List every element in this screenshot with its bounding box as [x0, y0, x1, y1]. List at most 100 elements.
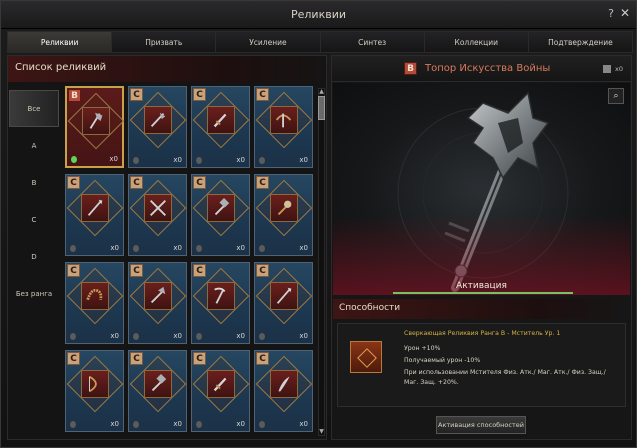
detail-header: B Топор Искусства Войны x0: [332, 56, 631, 82]
relic-card[interactable]: Cx0: [254, 86, 313, 168]
relic-count: x0: [299, 332, 308, 340]
relic-card[interactable]: Cx0: [128, 262, 187, 344]
relic-count: x0: [110, 420, 119, 428]
relic-card[interactable]: Cx0: [128, 86, 187, 168]
tab-enhance[interactable]: Усиление: [215, 31, 320, 53]
relic-card[interactable]: Cx0: [65, 350, 124, 432]
ability-icon: [350, 341, 382, 373]
grade-filter-no-rank[interactable]: Без ранга: [8, 275, 60, 312]
relic-count: x0: [109, 155, 118, 163]
relic-count: x0: [173, 244, 182, 252]
gem-icon: [259, 245, 265, 252]
rank-badge: C: [67, 352, 80, 365]
relic-count: x0: [299, 244, 308, 252]
chain-icon: [81, 282, 109, 310]
gem-icon: [133, 421, 139, 428]
relic-count: x0: [236, 244, 245, 252]
ability-box: Сверкающая Реликвия Ранга B - Мститель У…: [337, 323, 626, 407]
detail-relic-name: Топор Искусства Войны: [425, 63, 551, 74]
gem-icon: [133, 157, 139, 164]
relic-detail-panel: B Топор Искусства Войны x0 ⌕ Активация С…: [331, 55, 632, 440]
relic-card[interactable]: Cx0: [128, 350, 187, 432]
relic-count: x0: [110, 244, 119, 252]
rank-badge: C: [193, 88, 206, 101]
gem-icon: [133, 333, 139, 340]
abilities-header: Способности: [333, 299, 630, 319]
spear-icon: [270, 282, 298, 310]
scrollbar-thumb[interactable]: [318, 96, 325, 120]
gem-icon: [259, 157, 265, 164]
rank-badge: C: [256, 352, 269, 365]
ability-line-avenger: При использовании Мстителя Физ. Атк./ Ма…: [404, 369, 606, 376]
grade-filter-a[interactable]: A: [8, 127, 60, 164]
relic-count: x0: [299, 156, 308, 164]
relics-window: Реликвии ? ✕ Реликвии Призвать Усиление …: [0, 0, 637, 448]
crossed-swords-icon: [144, 194, 172, 222]
grade-filter-c[interactable]: C: [8, 201, 60, 238]
crossbow-icon: [270, 106, 298, 134]
grade-filter-d[interactable]: D: [8, 238, 60, 275]
rank-badge: C: [256, 176, 269, 189]
rank-badge: C: [67, 264, 80, 277]
activate-abilities-button[interactable]: Активация способностей: [436, 416, 526, 434]
gem-icon: [196, 333, 202, 340]
rank-badge: B: [68, 89, 81, 102]
scroll-down-icon[interactable]: ▼: [318, 428, 325, 436]
rank-badge: C: [67, 176, 80, 189]
gem-icon: [196, 157, 202, 164]
mace-icon: [270, 194, 298, 222]
gem-icon: [70, 333, 76, 340]
relic-card[interactable]: Cx0: [191, 350, 250, 432]
title-bar: Реликвии ? ✕: [1, 1, 636, 29]
help-icon[interactable]: ?: [608, 7, 614, 20]
relic-card[interactable]: Cx0: [191, 174, 250, 256]
relic-card[interactable]: Cx0: [191, 262, 250, 344]
hammer-icon: [207, 194, 235, 222]
zoom-icon[interactable]: ⌕: [608, 88, 624, 104]
detail-count: x0: [615, 65, 623, 73]
relic-count: x0: [236, 332, 245, 340]
relic-card[interactable]: Bx0: [65, 86, 125, 168]
relic-card[interactable]: Cx0: [191, 86, 250, 168]
relic-list-title: Список реликвий: [15, 62, 107, 73]
rank-badge: C: [193, 352, 206, 365]
relic-count: x0: [299, 420, 308, 428]
scroll-up-icon[interactable]: ▲: [318, 88, 325, 96]
close-icon[interactable]: ✕: [620, 6, 630, 20]
gem-icon: [71, 156, 77, 163]
activation-bar: [393, 292, 573, 294]
tab-relics[interactable]: Реликвии: [7, 31, 112, 53]
tab-synthesis[interactable]: Синтез: [319, 31, 424, 53]
gem-icon: [133, 245, 139, 252]
bow-icon: [81, 370, 109, 398]
tab-confirmation[interactable]: Подтверждение: [527, 31, 634, 53]
tab-collections[interactable]: Коллекции: [423, 31, 528, 53]
gem-icon: [259, 333, 265, 340]
spear-icon: [81, 194, 109, 222]
relic-card[interactable]: Cx0: [254, 262, 313, 344]
gem-icon: [196, 421, 202, 428]
ability-name: Сверкающая Реликвия Ранга B - Мститель У…: [404, 330, 561, 337]
halberd-icon: [144, 106, 172, 134]
relic-card[interactable]: Cx0: [254, 174, 313, 256]
grade-filter-b[interactable]: B: [8, 164, 60, 201]
tab-summon[interactable]: Призвать: [111, 31, 216, 53]
grade-filter: Все A B C D Без ранга: [8, 90, 60, 312]
detail-rank-badge: B: [404, 62, 417, 75]
rank-badge: C: [130, 88, 143, 101]
relic-preview: ⌕ Активация: [333, 83, 630, 295]
tab-bar: Реликвии Призвать Усиление Синтез Коллек…: [7, 31, 634, 53]
relic-card[interactable]: Cx0: [65, 174, 124, 256]
rank-badge: C: [193, 264, 206, 277]
rank-badge: C: [193, 176, 206, 189]
rank-badge: C: [256, 264, 269, 277]
relic-card[interactable]: Cx0: [65, 262, 124, 344]
axe-icon: [82, 107, 110, 135]
scrollbar-track[interactable]: [318, 88, 325, 436]
relic-card[interactable]: Cx0: [128, 174, 187, 256]
relic-count: x0: [236, 156, 245, 164]
polearm-icon: [144, 282, 172, 310]
grade-filter-all[interactable]: Все: [9, 90, 59, 127]
relic-card[interactable]: Cx0: [254, 350, 313, 432]
gem-icon: [196, 245, 202, 252]
